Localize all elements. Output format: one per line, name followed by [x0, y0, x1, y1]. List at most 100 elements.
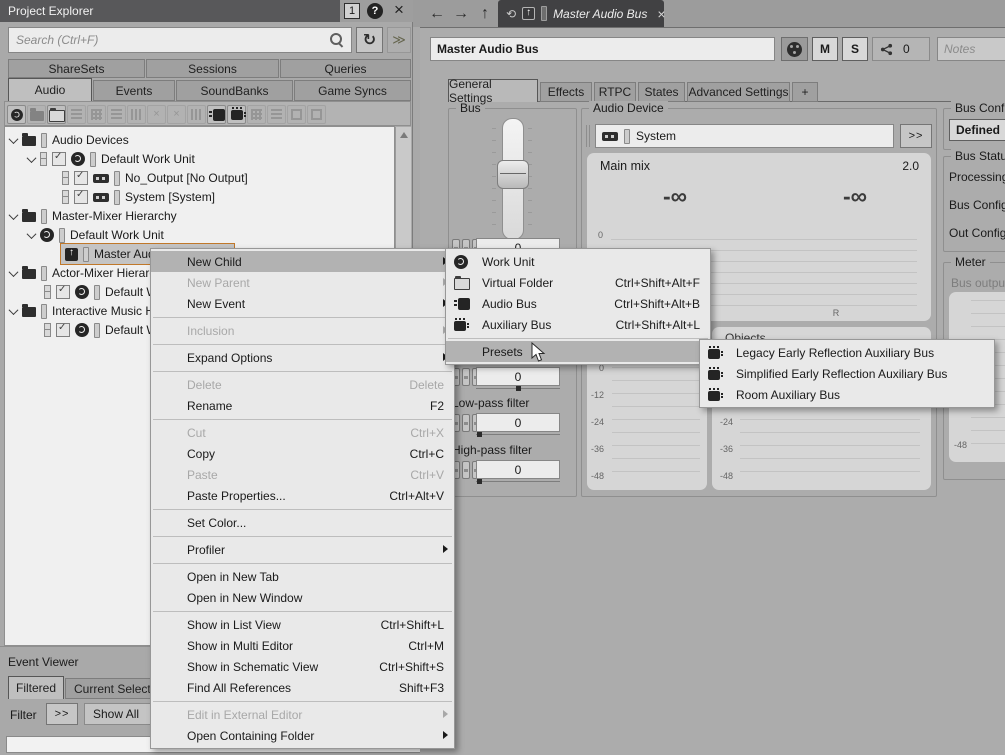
toolbar-swap-button[interactable]: [287, 105, 306, 124]
chevron-down-icon[interactable]: [9, 267, 19, 277]
voice-pitch-field[interactable]: 0: [476, 367, 560, 386]
tab-effects[interactable]: Effects: [540, 82, 592, 102]
menu-item-show-in-multi-editor[interactable]: Show in Multi EditorCtrl+M: [151, 635, 454, 656]
tab-rtpc[interactable]: RTPC: [594, 82, 636, 102]
chevron-down-icon[interactable]: [27, 153, 37, 163]
include-checkbox[interactable]: [74, 171, 88, 185]
menu-item-audio-bus[interactable]: Audio BusCtrl+Shift+Alt+B: [446, 293, 710, 314]
menu-item-delete[interactable]: DeleteDelete: [151, 374, 454, 395]
toolbar-grid-button[interactable]: [87, 105, 106, 124]
mute-button[interactable]: M: [812, 37, 838, 61]
menu-item-set-color[interactable]: Set Color...: [151, 512, 454, 533]
menu-item-work-unit[interactable]: Work Unit: [446, 251, 710, 272]
tree-item-master-mixer-hierarchy[interactable]: Master-Mixer Hierarchy: [10, 207, 177, 225]
help-icon[interactable]: ?: [367, 3, 383, 19]
toolbar-list-button[interactable]: [107, 105, 126, 124]
include-checkbox[interactable]: [74, 190, 88, 204]
tab-filtered[interactable]: Filtered: [8, 676, 64, 699]
menu-item-simplified-early-reflection-auxiliary-bus[interactable]: Simplified Early Reflection Auxiliary Bu…: [700, 363, 994, 384]
menu-item-paste[interactable]: PasteCtrl+V: [151, 464, 454, 485]
menu-item-copy[interactable]: CopyCtrl+C: [151, 443, 454, 464]
scroll-up-icon[interactable]: [400, 132, 408, 138]
tab-general-settings[interactable]: General Settings: [448, 79, 538, 102]
toolbar-auxiliary-bus-button[interactable]: [227, 105, 246, 124]
menu-item-edit-in-external-editor[interactable]: Edit in External Editor: [151, 704, 454, 725]
device-expand-button[interactable]: >>: [900, 124, 932, 148]
tab-audio[interactable]: Audio: [8, 78, 92, 101]
menu-item-show-in-list-view[interactable]: Show in List ViewCtrl+Shift+L: [151, 614, 454, 635]
menu-item-new-parent[interactable]: New Parent: [151, 272, 454, 293]
layout-number-button[interactable]: 1: [344, 3, 360, 19]
nav-up-button[interactable]: ↑: [474, 2, 496, 25]
nav-forward-button[interactable]: →: [450, 2, 472, 25]
tab-sharesets[interactable]: ShareSets: [8, 59, 145, 78]
chevron-down-icon[interactable]: [27, 229, 37, 239]
menu-item-inclusion[interactable]: Inclusion: [151, 320, 454, 341]
lowpass-field[interactable]: 0: [476, 413, 560, 432]
chevron-down-icon[interactable]: [9, 134, 19, 144]
tree-item-actor-mixer-hierarchy[interactable]: Actor-Mixer Hierarchy: [10, 264, 168, 282]
search-more-button[interactable]: ≫: [387, 27, 411, 53]
toolbar-link-button[interactable]: [247, 105, 266, 124]
refresh-button[interactable]: ↻: [356, 27, 383, 53]
slider-position-marker[interactable]: [477, 479, 482, 484]
menu-item-auxiliary-bus[interactable]: Auxiliary BusCtrl+Shift+Alt+L: [446, 314, 710, 335]
highpass-field[interactable]: 0: [476, 460, 560, 479]
tab-events[interactable]: Events: [93, 80, 175, 101]
menu-item-rename[interactable]: RenameF2: [151, 395, 454, 416]
tab-advanced-settings[interactable]: Advanced Settings: [687, 82, 790, 102]
menu-item-open-containing-folder[interactable]: Open Containing Folder: [151, 725, 454, 746]
device-selector[interactable]: System: [595, 124, 894, 148]
menu-item-expand-options[interactable]: Expand Options: [151, 347, 454, 368]
doc-tab-master-audio-bus[interactable]: ⟲ Master Audio Bus ×: [498, 0, 664, 27]
menu-item-open-in-new-window[interactable]: Open in New Window: [151, 587, 454, 608]
close-icon[interactable]: ×: [657, 6, 665, 22]
chevron-down-icon[interactable]: [9, 305, 19, 315]
menu-item-new-child[interactable]: New Child: [151, 251, 454, 272]
tab-states[interactable]: States: [638, 82, 685, 102]
menu-item-find-all-references[interactable]: Find All ReferencesShift+F3: [151, 677, 454, 698]
tab-game-syncs[interactable]: Game Syncs: [294, 80, 411, 101]
toolbar-virtual-folder-button[interactable]: [47, 105, 66, 124]
menu-item-new-event[interactable]: New Event: [151, 293, 454, 314]
menu-item-presets[interactable]: Presets: [446, 341, 710, 362]
menu-item-open-in-new-tab[interactable]: Open in New Tab: [151, 566, 454, 587]
toolbar-folder-button[interactable]: [27, 105, 46, 124]
nav-back-button[interactable]: ←: [426, 2, 448, 25]
tree-item-system[interactable]: System [System]: [62, 188, 215, 206]
tree-item-default-work-unit[interactable]: Default Work Unit: [28, 226, 164, 244]
include-checkbox[interactable]: [56, 323, 70, 337]
bus-volume-fader-thumb[interactable]: [497, 160, 529, 189]
include-checkbox[interactable]: [56, 285, 70, 299]
menu-item-room-auxiliary-bus[interactable]: Room Auxiliary Bus: [700, 384, 994, 405]
close-icon[interactable]: ×: [390, 0, 408, 20]
tab-add[interactable]: +: [792, 82, 818, 102]
slider-position-marker[interactable]: [516, 386, 521, 391]
search-input[interactable]: [8, 27, 352, 53]
toolbar-expand-button[interactable]: [307, 105, 326, 124]
toolbar-faders-button[interactable]: [127, 105, 146, 124]
chevron-down-icon[interactable]: [9, 210, 19, 220]
menu-item-show-in-schematic-view[interactable]: Show in Schematic ViewCtrl+Shift+S: [151, 656, 454, 677]
menu-item-virtual-folder[interactable]: Virtual FolderCtrl+Shift+Alt+F: [446, 272, 710, 293]
toolbar-scissors-button[interactable]: ×: [147, 105, 166, 124]
tree-item-no-output[interactable]: No_Output [No Output]: [62, 169, 248, 187]
toolbar-audio-bus-button[interactable]: [207, 105, 226, 124]
toolbar-work-unit-button[interactable]: [7, 105, 26, 124]
menu-item-profiler[interactable]: Profiler: [151, 539, 454, 560]
tab-soundbanks[interactable]: SoundBanks: [176, 80, 293, 101]
tree-item-audio-devices[interactable]: Audio Devices: [10, 131, 129, 149]
toolbar-no-sound-button[interactable]: ×: [167, 105, 186, 124]
toolbar-capture-button[interactable]: [187, 105, 206, 124]
toolbar-table-button[interactable]: [267, 105, 286, 124]
filter-expand-button[interactable]: >>: [46, 703, 78, 725]
notes-field[interactable]: [937, 37, 1005, 61]
solo-button[interactable]: S: [842, 37, 868, 61]
menu-item-paste-properties[interactable]: Paste Properties...Ctrl+Alt+V: [151, 485, 454, 506]
menu-item-legacy-early-reflection-auxiliary-bus[interactable]: Legacy Early Reflection Auxiliary Bus: [700, 342, 994, 363]
menu-item-cut[interactable]: CutCtrl+X: [151, 422, 454, 443]
sharesets-counter[interactable]: 0: [872, 37, 930, 61]
bus-configuration-dropdown[interactable]: Defined: [949, 119, 1005, 141]
slider-position-marker[interactable]: [477, 432, 482, 437]
toolbar-sliders-button[interactable]: [67, 105, 86, 124]
